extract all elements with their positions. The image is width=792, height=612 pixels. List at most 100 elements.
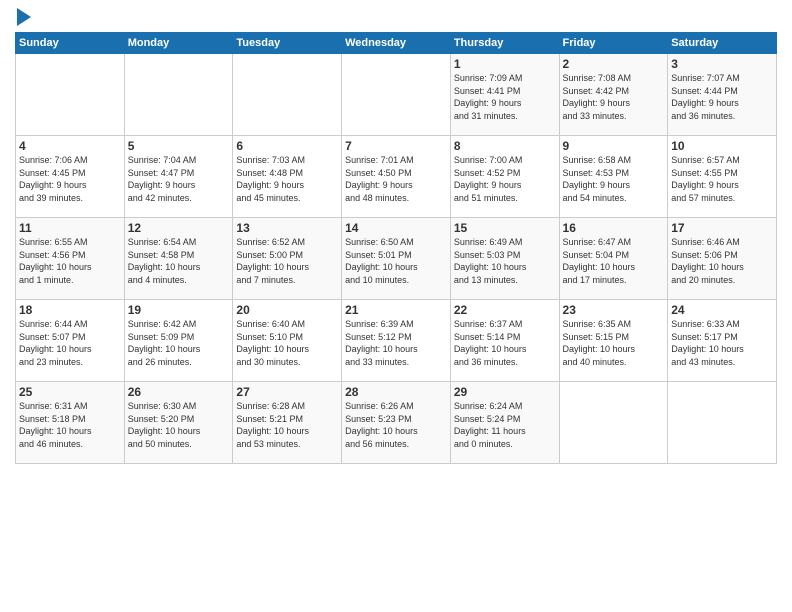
day-number: 7: [345, 139, 447, 153]
day-cell: [559, 382, 668, 464]
weekday-header-friday: Friday: [559, 33, 668, 54]
day-number: 12: [128, 221, 230, 235]
day-cell: 5Sunrise: 7:04 AM Sunset: 4:47 PM Daylig…: [124, 136, 233, 218]
day-number: 14: [345, 221, 447, 235]
day-info: Sunrise: 6:40 AM Sunset: 5:10 PM Dayligh…: [236, 318, 338, 368]
day-cell: 1Sunrise: 7:09 AM Sunset: 4:41 PM Daylig…: [450, 54, 559, 136]
day-info: Sunrise: 6:46 AM Sunset: 5:06 PM Dayligh…: [671, 236, 773, 286]
day-number: 27: [236, 385, 338, 399]
header-row: SundayMondayTuesdayWednesdayThursdayFrid…: [16, 33, 777, 54]
day-number: 29: [454, 385, 556, 399]
weekday-header-saturday: Saturday: [668, 33, 777, 54]
day-info: Sunrise: 7:01 AM Sunset: 4:50 PM Dayligh…: [345, 154, 447, 204]
day-info: Sunrise: 6:31 AM Sunset: 5:18 PM Dayligh…: [19, 400, 121, 450]
day-number: 18: [19, 303, 121, 317]
day-info: Sunrise: 6:47 AM Sunset: 5:04 PM Dayligh…: [563, 236, 665, 286]
weekday-header-monday: Monday: [124, 33, 233, 54]
day-cell: 18Sunrise: 6:44 AM Sunset: 5:07 PM Dayli…: [16, 300, 125, 382]
day-cell: 6Sunrise: 7:03 AM Sunset: 4:48 PM Daylig…: [233, 136, 342, 218]
day-cell: 23Sunrise: 6:35 AM Sunset: 5:15 PM Dayli…: [559, 300, 668, 382]
day-info: Sunrise: 7:08 AM Sunset: 4:42 PM Dayligh…: [563, 72, 665, 122]
weekday-header-sunday: Sunday: [16, 33, 125, 54]
day-cell: 24Sunrise: 6:33 AM Sunset: 5:17 PM Dayli…: [668, 300, 777, 382]
day-cell: 4Sunrise: 7:06 AM Sunset: 4:45 PM Daylig…: [16, 136, 125, 218]
day-info: Sunrise: 6:58 AM Sunset: 4:53 PM Dayligh…: [563, 154, 665, 204]
day-info: Sunrise: 7:00 AM Sunset: 4:52 PM Dayligh…: [454, 154, 556, 204]
day-cell: 25Sunrise: 6:31 AM Sunset: 5:18 PM Dayli…: [16, 382, 125, 464]
day-number: 10: [671, 139, 773, 153]
day-cell: 22Sunrise: 6:37 AM Sunset: 5:14 PM Dayli…: [450, 300, 559, 382]
day-info: Sunrise: 7:07 AM Sunset: 4:44 PM Dayligh…: [671, 72, 773, 122]
page: SundayMondayTuesdayWednesdayThursdayFrid…: [0, 0, 792, 612]
day-cell: 26Sunrise: 6:30 AM Sunset: 5:20 PM Dayli…: [124, 382, 233, 464]
day-info: Sunrise: 7:09 AM Sunset: 4:41 PM Dayligh…: [454, 72, 556, 122]
day-cell: 13Sunrise: 6:52 AM Sunset: 5:00 PM Dayli…: [233, 218, 342, 300]
day-number: 20: [236, 303, 338, 317]
day-number: 24: [671, 303, 773, 317]
day-cell: [233, 54, 342, 136]
day-number: 23: [563, 303, 665, 317]
logo-arrow-icon: [17, 8, 31, 26]
day-cell: [668, 382, 777, 464]
week-row-4: 25Sunrise: 6:31 AM Sunset: 5:18 PM Dayli…: [16, 382, 777, 464]
day-info: Sunrise: 6:49 AM Sunset: 5:03 PM Dayligh…: [454, 236, 556, 286]
day-number: 1: [454, 57, 556, 71]
day-info: Sunrise: 6:54 AM Sunset: 4:58 PM Dayligh…: [128, 236, 230, 286]
header: [15, 10, 777, 26]
day-cell: [342, 54, 451, 136]
day-info: Sunrise: 6:26 AM Sunset: 5:23 PM Dayligh…: [345, 400, 447, 450]
day-info: Sunrise: 6:44 AM Sunset: 5:07 PM Dayligh…: [19, 318, 121, 368]
day-info: Sunrise: 6:39 AM Sunset: 5:12 PM Dayligh…: [345, 318, 447, 368]
day-cell: 16Sunrise: 6:47 AM Sunset: 5:04 PM Dayli…: [559, 218, 668, 300]
day-info: Sunrise: 6:28 AM Sunset: 5:21 PM Dayligh…: [236, 400, 338, 450]
calendar-table: SundayMondayTuesdayWednesdayThursdayFrid…: [15, 32, 777, 464]
day-number: 13: [236, 221, 338, 235]
weekday-header-tuesday: Tuesday: [233, 33, 342, 54]
day-info: Sunrise: 6:57 AM Sunset: 4:55 PM Dayligh…: [671, 154, 773, 204]
weekday-header-wednesday: Wednesday: [342, 33, 451, 54]
day-info: Sunrise: 6:52 AM Sunset: 5:00 PM Dayligh…: [236, 236, 338, 286]
day-info: Sunrise: 6:50 AM Sunset: 5:01 PM Dayligh…: [345, 236, 447, 286]
day-number: 22: [454, 303, 556, 317]
day-number: 17: [671, 221, 773, 235]
day-number: 26: [128, 385, 230, 399]
day-cell: 9Sunrise: 6:58 AM Sunset: 4:53 PM Daylig…: [559, 136, 668, 218]
day-number: 8: [454, 139, 556, 153]
day-cell: 20Sunrise: 6:40 AM Sunset: 5:10 PM Dayli…: [233, 300, 342, 382]
day-number: 19: [128, 303, 230, 317]
day-number: 2: [563, 57, 665, 71]
day-info: Sunrise: 6:37 AM Sunset: 5:14 PM Dayligh…: [454, 318, 556, 368]
weekday-header-thursday: Thursday: [450, 33, 559, 54]
day-info: Sunrise: 6:24 AM Sunset: 5:24 PM Dayligh…: [454, 400, 556, 450]
day-cell: 19Sunrise: 6:42 AM Sunset: 5:09 PM Dayli…: [124, 300, 233, 382]
day-info: Sunrise: 6:42 AM Sunset: 5:09 PM Dayligh…: [128, 318, 230, 368]
day-cell: [16, 54, 125, 136]
week-row-2: 11Sunrise: 6:55 AM Sunset: 4:56 PM Dayli…: [16, 218, 777, 300]
day-number: 3: [671, 57, 773, 71]
day-info: Sunrise: 7:04 AM Sunset: 4:47 PM Dayligh…: [128, 154, 230, 204]
day-number: 6: [236, 139, 338, 153]
day-cell: 11Sunrise: 6:55 AM Sunset: 4:56 PM Dayli…: [16, 218, 125, 300]
day-cell: 7Sunrise: 7:01 AM Sunset: 4:50 PM Daylig…: [342, 136, 451, 218]
day-cell: 12Sunrise: 6:54 AM Sunset: 4:58 PM Dayli…: [124, 218, 233, 300]
day-cell: 10Sunrise: 6:57 AM Sunset: 4:55 PM Dayli…: [668, 136, 777, 218]
day-cell: 17Sunrise: 6:46 AM Sunset: 5:06 PM Dayli…: [668, 218, 777, 300]
day-info: Sunrise: 6:35 AM Sunset: 5:15 PM Dayligh…: [563, 318, 665, 368]
day-info: Sunrise: 6:33 AM Sunset: 5:17 PM Dayligh…: [671, 318, 773, 368]
week-row-0: 1Sunrise: 7:09 AM Sunset: 4:41 PM Daylig…: [16, 54, 777, 136]
day-cell: 14Sunrise: 6:50 AM Sunset: 5:01 PM Dayli…: [342, 218, 451, 300]
day-number: 25: [19, 385, 121, 399]
day-number: 15: [454, 221, 556, 235]
day-info: Sunrise: 6:55 AM Sunset: 4:56 PM Dayligh…: [19, 236, 121, 286]
day-number: 21: [345, 303, 447, 317]
day-cell: 3Sunrise: 7:07 AM Sunset: 4:44 PM Daylig…: [668, 54, 777, 136]
day-number: 5: [128, 139, 230, 153]
day-number: 28: [345, 385, 447, 399]
week-row-3: 18Sunrise: 6:44 AM Sunset: 5:07 PM Dayli…: [16, 300, 777, 382]
day-cell: 29Sunrise: 6:24 AM Sunset: 5:24 PM Dayli…: [450, 382, 559, 464]
day-info: Sunrise: 7:03 AM Sunset: 4:48 PM Dayligh…: [236, 154, 338, 204]
logo: [15, 10, 31, 26]
week-row-1: 4Sunrise: 7:06 AM Sunset: 4:45 PM Daylig…: [16, 136, 777, 218]
day-cell: 27Sunrise: 6:28 AM Sunset: 5:21 PM Dayli…: [233, 382, 342, 464]
day-info: Sunrise: 7:06 AM Sunset: 4:45 PM Dayligh…: [19, 154, 121, 204]
